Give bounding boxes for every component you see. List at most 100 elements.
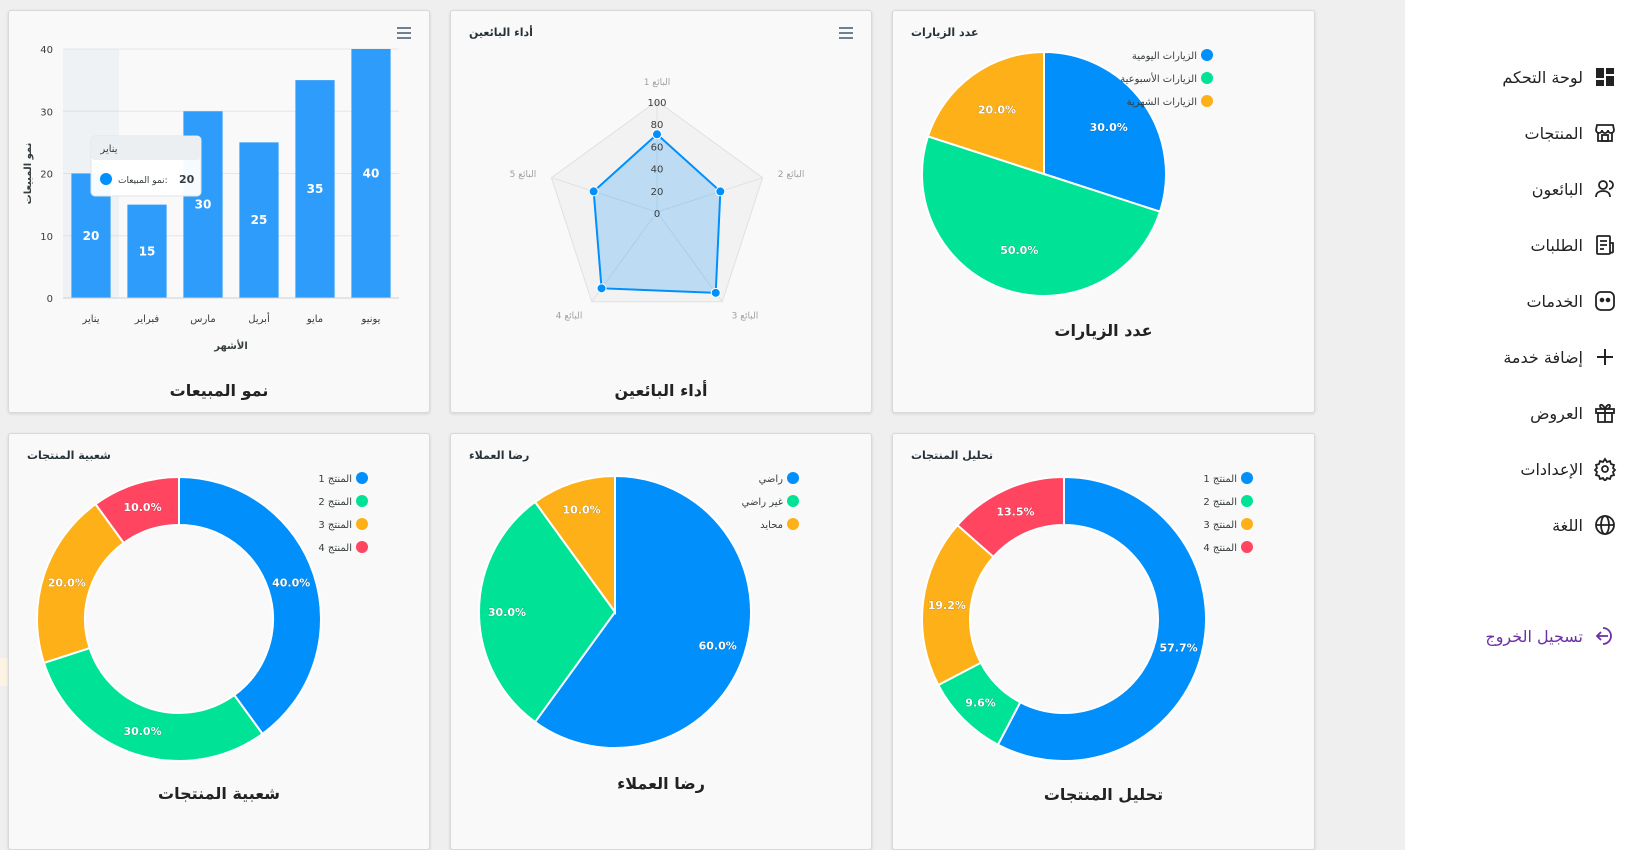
legend-marker [356, 472, 368, 484]
chart-title: أداء البائعين [469, 25, 533, 39]
data-label: 40.0% [272, 577, 310, 590]
legend-marker [787, 472, 799, 484]
menu-icon[interactable] [839, 27, 853, 39]
legend-entry: المنتج 3 [318, 520, 352, 531]
menu-icon-line [839, 37, 853, 39]
legend-marker [1241, 541, 1253, 553]
legend-marker [356, 495, 368, 507]
sidebar-item-language[interactable]: اللغة [1552, 510, 1617, 540]
legend-marker [1201, 72, 1213, 84]
sales-growth-card: 0 10 20 30 40 20 يناير 15 فبراير 30 مارس 25 أبريل 35 م… [8, 10, 430, 413]
card-caption: عدد الزيارات [1054, 321, 1153, 340]
sellers-radar-chart: أداء البائعين 0 20 40 60 80 100 البائع 1 البائع … [469, 25, 853, 322]
data-label: 20 [83, 229, 100, 243]
menu-icon-line [397, 27, 411, 29]
card-caption: أداء البائعين [614, 381, 708, 400]
sidebar-item-logout[interactable]: تسجيل الخروج [1485, 621, 1617, 651]
data-label: 50.0% [1000, 244, 1038, 257]
sidebar-item-offers[interactable]: العروض [1530, 398, 1617, 428]
product-popularity-card: شعبية المنتجات 40.0% 30.0% 20.0% 10.0% المنتج… [8, 433, 430, 850]
legend-marker [1241, 518, 1253, 530]
gift-icon [1593, 401, 1617, 425]
sidebar-item-products[interactable]: المنتجات [1525, 118, 1618, 148]
sidebar-item-label: الإعدادات [1520, 459, 1583, 479]
pie-slice [178, 475, 322, 736]
sales-bar-chart: 01020304020يناير15فبراير30مارس25أبريل35م… [23, 27, 411, 352]
y-axis-title: نمو المبيعات [23, 143, 34, 205]
tooltip-title: يناير [99, 144, 117, 155]
data-label: 19.2% [928, 599, 966, 612]
sidebar-item-settings[interactable]: الإعدادات [1520, 454, 1617, 484]
radar-tick-label: 0 [654, 209, 660, 220]
menu-icon-line [839, 27, 853, 29]
y-tick-label: 10 [40, 232, 53, 243]
legend-entry: الزيارات اليومية [1132, 51, 1197, 62]
legend-entry: المنتج 2 [1203, 497, 1237, 508]
radar-point [596, 283, 607, 294]
legend-marker [1241, 472, 1253, 484]
card-caption: شعبية المنتجات [158, 784, 280, 803]
x-tick-label: فبراير [134, 314, 160, 325]
tooltip-series: نمو المبيعات: [118, 176, 168, 186]
legend-entry: محايد [760, 520, 783, 531]
tooltip-value: 20 [179, 173, 195, 186]
data-label: 30.0% [123, 725, 161, 738]
menu-icon[interactable] [397, 27, 411, 39]
radar-tick-label: 20 [651, 187, 664, 198]
data-label: 30.0% [488, 606, 526, 619]
legend-entry: غير راضي [742, 497, 783, 508]
legend-marker [1201, 49, 1213, 61]
data-label: 30.0% [1090, 121, 1128, 134]
data-label: 30 [195, 198, 212, 212]
chart-title: رضا العملاء [469, 449, 529, 462]
radar-tick-label: 100 [647, 98, 666, 109]
sidebar-item-label: تسجيل الخروج [1485, 626, 1583, 646]
sidebar-item-label: الخدمات [1526, 291, 1583, 311]
legend-marker [787, 495, 799, 507]
data-label: 25 [251, 213, 268, 227]
plus-icon [1593, 345, 1617, 369]
chart-title: عدد الزيارات [911, 26, 979, 39]
data-label: 15 [139, 244, 156, 258]
tooltip-marker [100, 173, 112, 185]
x-tick-label: يونيو [361, 314, 381, 325]
legend-marker [1241, 495, 1253, 507]
sidebar-item-label: إضافة خدمة [1503, 347, 1583, 367]
sidebar-item-label: لوحة التحكم [1502, 67, 1583, 87]
sidebar-item-label: العروض [1530, 403, 1583, 423]
data-label: 60.0% [699, 639, 737, 652]
radar-category-label: البائع 1 [644, 78, 671, 88]
sidebar-item-services[interactable]: الخدمات [1526, 286, 1617, 316]
menu-icon-line [397, 37, 411, 39]
sidebar-item-orders[interactable]: الطلبات [1530, 230, 1617, 260]
radar-tick-label: 60 [651, 142, 664, 153]
data-label: 10.0% [123, 501, 161, 514]
y-tick-label: 0 [47, 294, 53, 305]
legend-entry: المنتج 3 [1203, 520, 1237, 531]
sidebar-item-add-service[interactable]: إضافة خدمة [1503, 342, 1617, 372]
orders-icon [1593, 233, 1617, 257]
x-tick-label: مارس [190, 314, 215, 325]
data-label: 13.5% [996, 505, 1034, 518]
services-icon [1593, 289, 1617, 313]
dashboard-icon [1593, 65, 1617, 89]
menu-icon-line [839, 32, 853, 34]
user-icon [1593, 177, 1617, 201]
radar-point [710, 287, 721, 298]
y-tick-label: 40 [40, 45, 53, 56]
radar-point [715, 186, 726, 197]
legend-entry: المنتج 1 [1203, 474, 1237, 485]
sidebar-item-dashboard[interactable]: لوحة التحكم [1502, 62, 1617, 92]
store-icon [1593, 121, 1617, 145]
menu-icon-line [397, 32, 411, 34]
customer-satisfaction-card: رضا العملاء 60.0% 30.0% 10.0% راضي غير راضي مح… [450, 433, 872, 850]
data-label: 20.0% [48, 577, 86, 590]
sidebar-item-sellers[interactable]: البائعون [1532, 174, 1617, 204]
chart-title: تحليل المنتجات [911, 449, 993, 462]
sidebar-item-label: اللغة [1552, 515, 1583, 535]
legend-entry: المنتج 4 [318, 543, 352, 554]
data-label: 9.6% [965, 696, 996, 709]
pie-slice [42, 646, 264, 762]
sidebar-item-label: الطلبات [1530, 235, 1583, 255]
chart-title: شعبية المنتجات [27, 449, 111, 462]
